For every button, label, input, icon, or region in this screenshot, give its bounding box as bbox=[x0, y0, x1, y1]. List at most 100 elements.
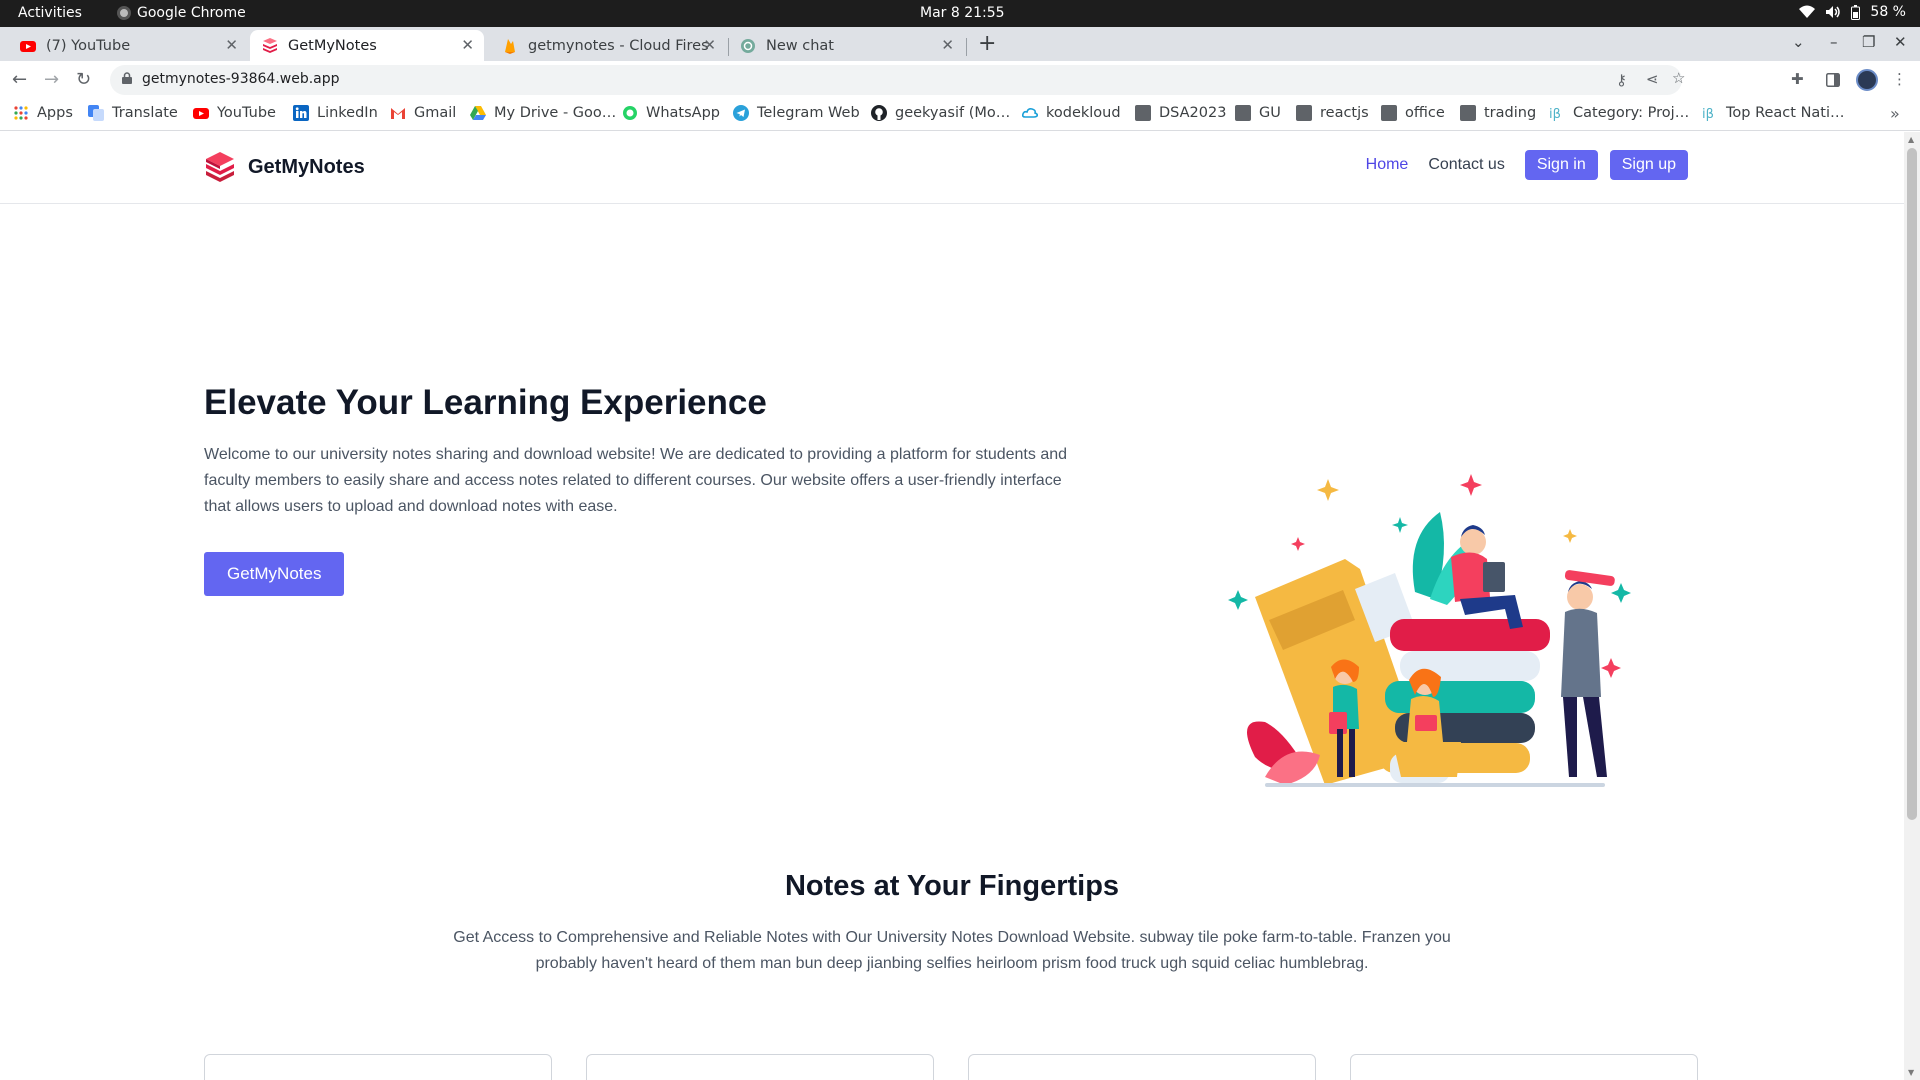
bookmark-apps[interactable]: Apps bbox=[13, 105, 73, 121]
restore-icon[interactable]: ❐ bbox=[1862, 33, 1875, 51]
reload-icon[interactable]: ↻ bbox=[76, 69, 91, 90]
tab-label: (7) YouTube bbox=[46, 37, 131, 54]
bookmark-github[interactable]: geekyasif (Mo… bbox=[871, 105, 1010, 121]
bookmark-label: Category: Proj… bbox=[1573, 105, 1690, 121]
bookmark-star-icon[interactable]: ☆ bbox=[1672, 69, 1685, 87]
bookmark-label: DSA2023 bbox=[1159, 105, 1227, 121]
tab-search-icon[interactable]: ⌄ bbox=[1792, 33, 1805, 51]
bookmark-telegram[interactable]: Telegram Web bbox=[733, 105, 860, 121]
profile-avatar[interactable] bbox=[1856, 69, 1878, 91]
side-panel-icon[interactable] bbox=[1826, 73, 1840, 87]
bookmark-label: trading bbox=[1484, 105, 1537, 121]
bookmarks-bar: Apps Translate YouTube LinkedIn Gmail My… bbox=[0, 99, 1920, 131]
url-text[interactable]: getmynotes-93864.web.app bbox=[142, 71, 340, 87]
bookmark-label: Apps bbox=[37, 105, 73, 121]
new-tab-icon[interactable]: + bbox=[978, 31, 996, 56]
folder-icon bbox=[1460, 105, 1476, 121]
bookmark-gmail[interactable]: Gmail bbox=[390, 105, 456, 121]
close-window-icon[interactable]: ✕ bbox=[1894, 33, 1907, 51]
more-bookmarks-icon[interactable]: » bbox=[1890, 104, 1900, 123]
hero-getmynotes-button[interactable]: GetMyNotes bbox=[204, 552, 345, 596]
site-nav: Home Contact us Sign in Sign up bbox=[1366, 150, 1688, 180]
clock[interactable]: Mar 8 21:55 bbox=[920, 5, 1005, 21]
telegram-icon bbox=[733, 105, 749, 121]
hero-illustration bbox=[1228, 474, 1631, 787]
bookmark-folder-gu[interactable]: GU bbox=[1235, 105, 1281, 121]
folder-icon bbox=[1296, 105, 1312, 121]
bookmark-drive[interactable]: My Drive - Goo… bbox=[470, 105, 616, 121]
bookmark-label: Telegram Web bbox=[757, 105, 860, 121]
translate-icon bbox=[88, 105, 104, 121]
whatsapp-icon bbox=[623, 106, 637, 120]
folder-icon bbox=[1135, 105, 1151, 121]
scroll-up-icon[interactable]: ▲ bbox=[1908, 135, 1914, 144]
address-bar[interactable]: getmynotes-93864.web.app ⚷ ⋖ ☆ bbox=[110, 65, 1685, 95]
bookmark-translate[interactable]: Translate bbox=[88, 105, 178, 121]
books-logo-icon bbox=[206, 152, 234, 182]
linkedin-icon bbox=[293, 105, 309, 121]
brand-logo-link[interactable]: GetMyNotes bbox=[204, 151, 365, 183]
bookmark-label: My Drive - Goo… bbox=[494, 105, 617, 121]
wifi-icon bbox=[1799, 5, 1816, 18]
bookmark-label: Gmail bbox=[414, 105, 457, 121]
back-icon[interactable]: ← bbox=[12, 69, 27, 90]
kodekloud-icon bbox=[1022, 108, 1038, 118]
note-card[interactable] bbox=[586, 1054, 934, 1080]
bookmark-label: LinkedIn bbox=[317, 105, 378, 121]
bookmark-whatsapp[interactable]: WhatsApp bbox=[622, 105, 720, 121]
bookmark-top-react-native[interactable]: iβ Top React Nati… bbox=[1702, 105, 1845, 121]
scrollbar-thumb[interactable] bbox=[1907, 148, 1917, 820]
battery-icon bbox=[1851, 4, 1861, 20]
bookmark-label: YouTube bbox=[217, 105, 276, 121]
bookmark-youtube[interactable]: YouTube bbox=[193, 105, 276, 121]
folder-icon bbox=[1381, 105, 1397, 121]
close-tab-icon[interactable]: ✕ bbox=[703, 36, 716, 54]
volume-icon bbox=[1826, 6, 1841, 18]
sign-in-button[interactable]: Sign in bbox=[1524, 150, 1598, 180]
bookmark-linkedin[interactable]: LinkedIn bbox=[293, 105, 378, 121]
page-scrollbar[interactable]: ▲ ▼ bbox=[1904, 132, 1920, 1080]
bookmark-label: GU bbox=[1259, 105, 1281, 121]
bookmark-label: kodekloud bbox=[1046, 105, 1121, 121]
minimize-icon[interactable]: – bbox=[1830, 33, 1838, 51]
github-icon bbox=[871, 105, 887, 121]
tab-new-chat[interactable]: New chat ✕ bbox=[728, 30, 964, 61]
forward-icon[interactable]: → bbox=[44, 69, 59, 90]
close-tab-icon[interactable]: ✕ bbox=[461, 36, 474, 54]
bookmark-folder-dsa2023[interactable]: DSA2023 bbox=[1135, 105, 1226, 121]
share-icon[interactable]: ⋖ bbox=[1646, 70, 1659, 88]
extensions-icon[interactable]: ✚ bbox=[1791, 70, 1804, 88]
note-card[interactable] bbox=[1350, 1054, 1698, 1080]
bookmark-label: WhatsApp bbox=[646, 105, 720, 121]
nav-contact-link[interactable]: Contact us bbox=[1428, 156, 1504, 174]
bookmark-label: Translate bbox=[112, 105, 178, 121]
bookmark-folder-reactjs[interactable]: reactjs bbox=[1296, 105, 1369, 121]
note-card[interactable] bbox=[204, 1054, 552, 1080]
app-menu[interactable]: Google Chrome bbox=[117, 5, 246, 21]
bookmark-category-projects[interactable]: iβ Category: Proj… bbox=[1549, 105, 1689, 121]
nav-home-link[interactable]: Home bbox=[1366, 156, 1409, 174]
activities-button[interactable]: Activities bbox=[18, 5, 82, 21]
bookmark-kodekloud[interactable]: kodekloud bbox=[1022, 105, 1121, 121]
bookmark-folder-office[interactable]: office bbox=[1381, 105, 1445, 121]
bookmark-folder-trading[interactable]: trading bbox=[1460, 105, 1536, 121]
tab-youtube[interactable]: (7) YouTube ✕ bbox=[8, 30, 248, 61]
close-tab-icon[interactable]: ✕ bbox=[225, 36, 238, 54]
note-card[interactable] bbox=[968, 1054, 1316, 1080]
drive-icon bbox=[470, 106, 486, 120]
tab-label: New chat bbox=[766, 37, 834, 54]
youtube-icon bbox=[193, 108, 209, 119]
bookmark-label: Top React Nati… bbox=[1726, 105, 1845, 121]
close-tab-icon[interactable]: ✕ bbox=[941, 36, 954, 54]
system-status-area[interactable]: 58 % bbox=[1799, 4, 1906, 20]
lock-icon[interactable] bbox=[122, 72, 132, 84]
sign-up-button[interactable]: Sign up bbox=[1609, 150, 1688, 180]
svg-text:iβ: iβ bbox=[1549, 107, 1561, 121]
tab-getmynotes[interactable]: GetMyNotes ✕ bbox=[250, 30, 484, 61]
apps-grid-icon bbox=[14, 106, 28, 120]
chatgpt-icon bbox=[741, 38, 755, 53]
tab-firestore[interactable]: getmynotes - Cloud Firest ✕ bbox=[490, 30, 726, 61]
scroll-down-icon[interactable]: ▼ bbox=[1908, 1068, 1914, 1077]
chrome-menu-icon[interactable]: ⋮ bbox=[1892, 70, 1907, 88]
key-icon[interactable]: ⚷ bbox=[1616, 71, 1627, 89]
